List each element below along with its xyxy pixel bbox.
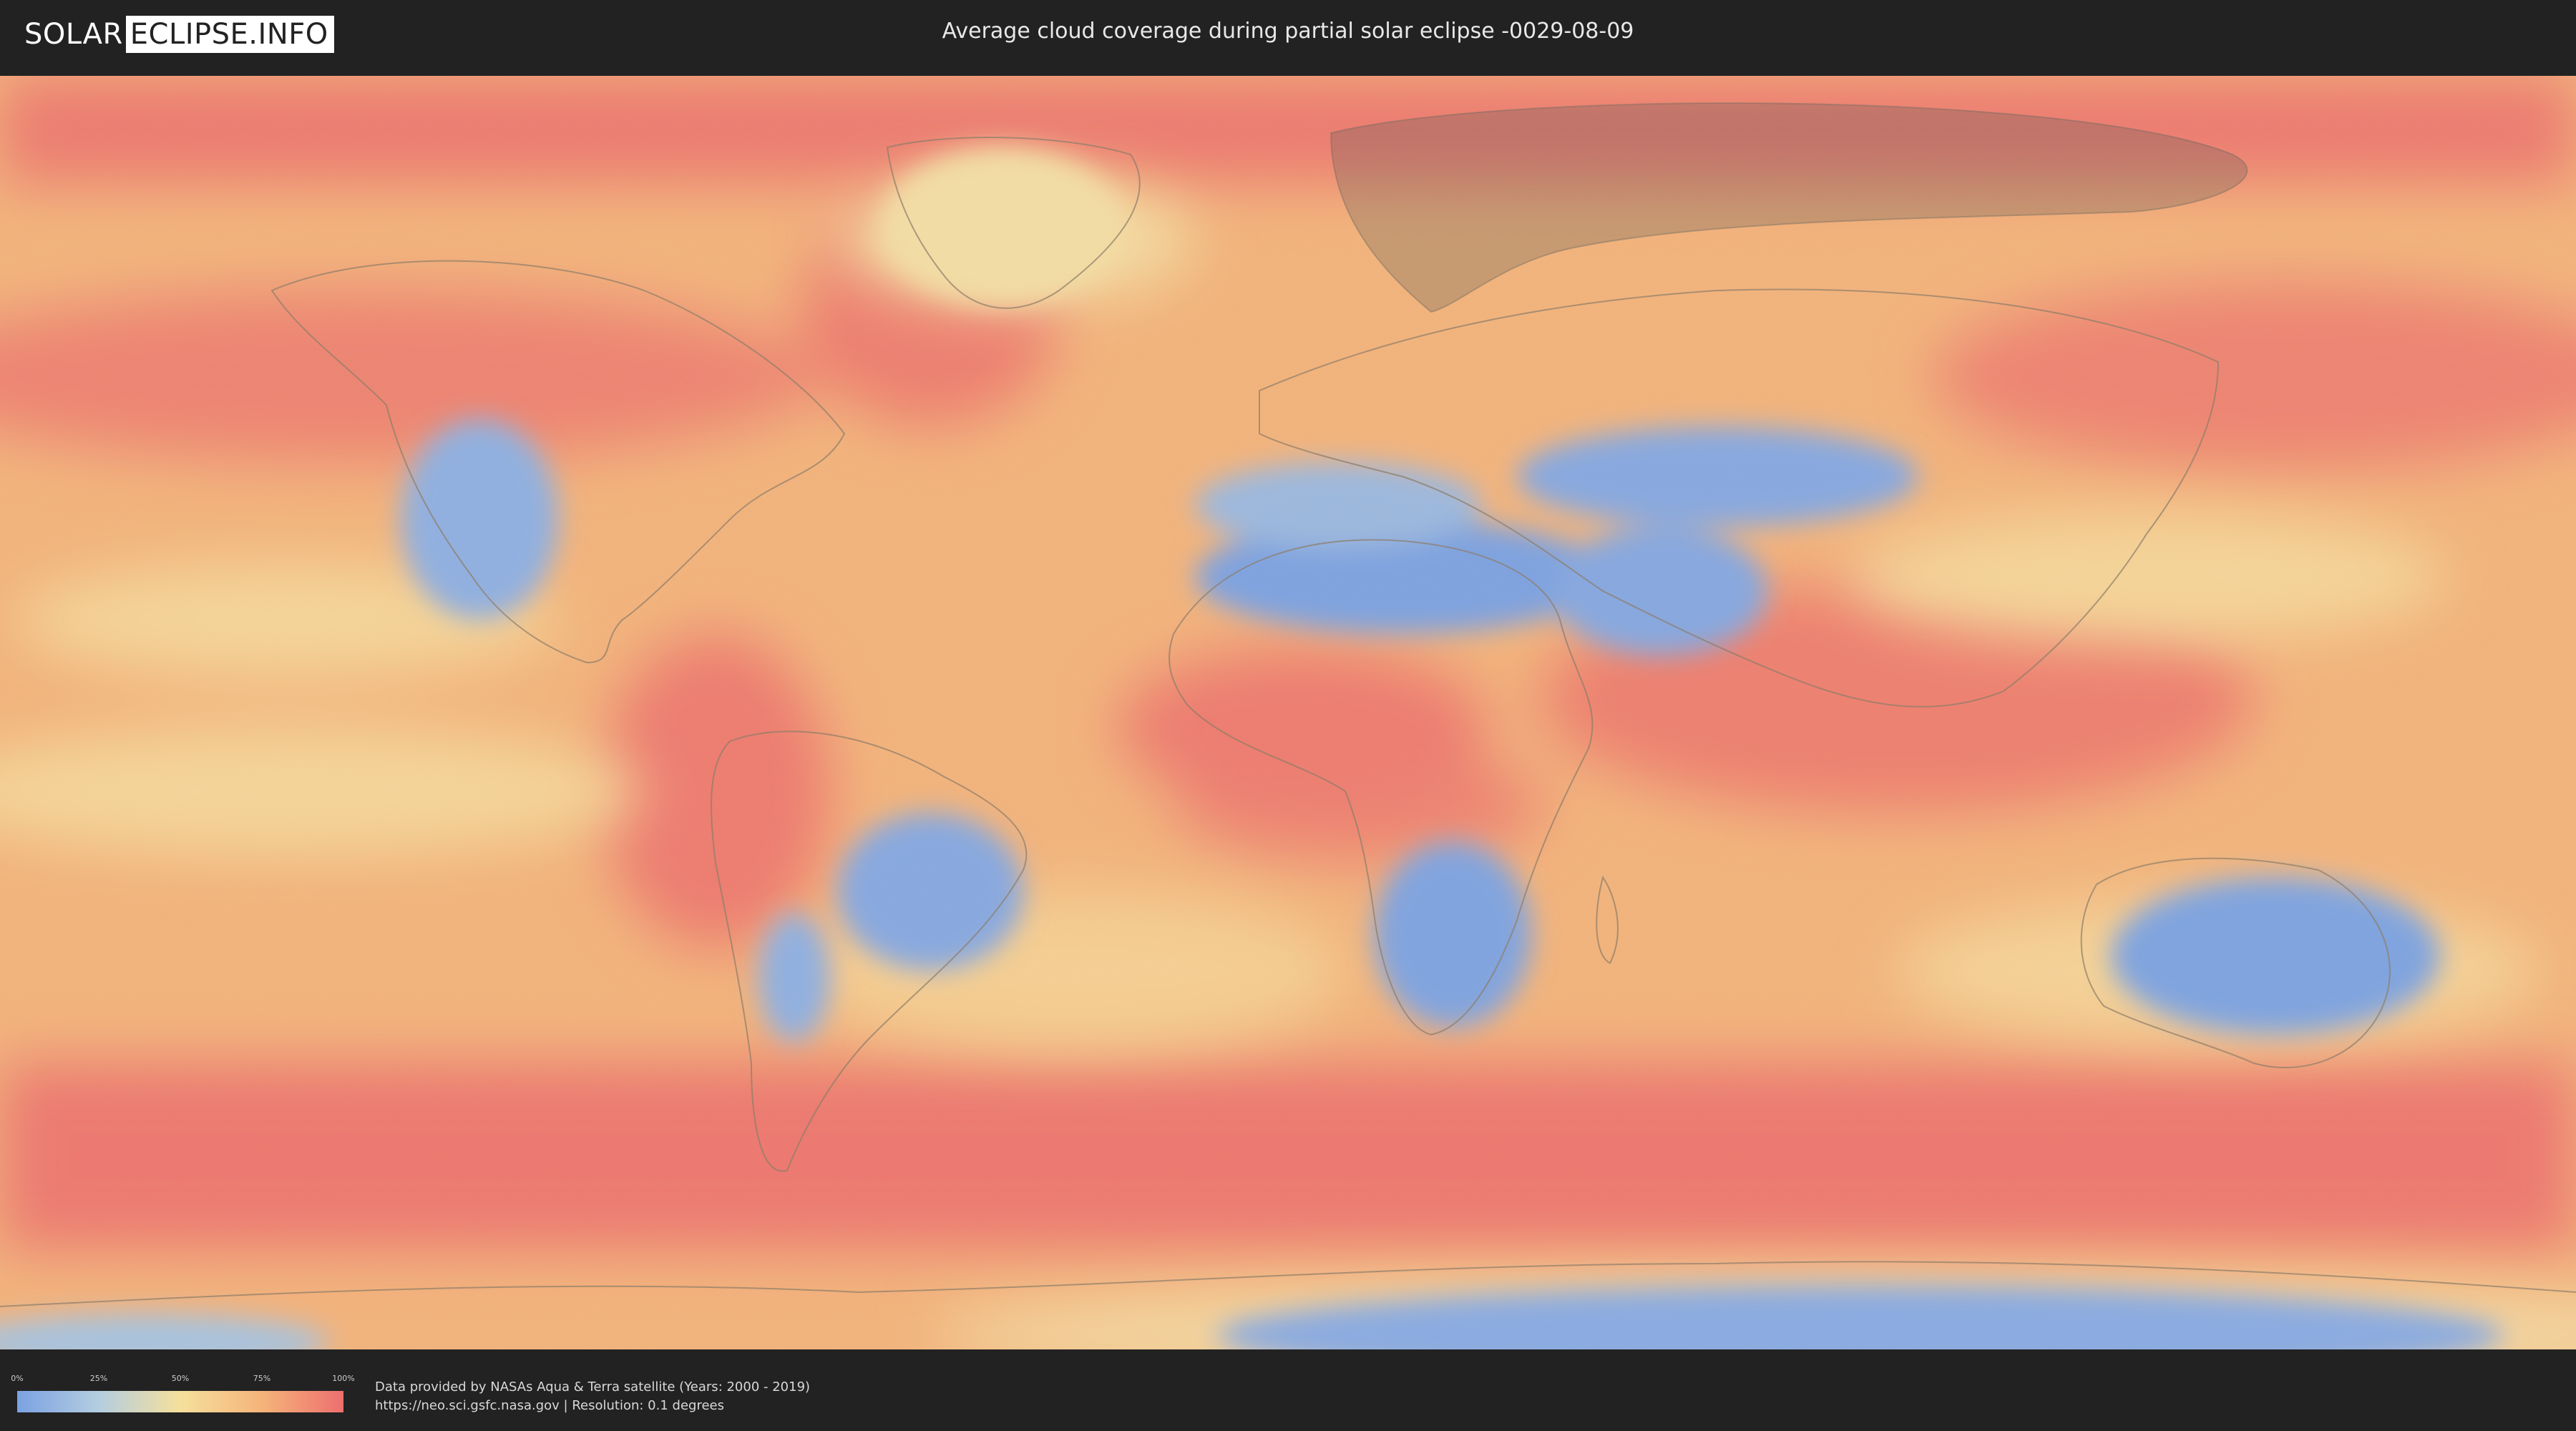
legend-color-bar bbox=[17, 1391, 343, 1412]
legend-tick-50: 50% bbox=[171, 1374, 190, 1383]
legend-tick-100: 100% bbox=[332, 1374, 355, 1383]
credits-line-2[interactable]: https://neo.sci.gsfc.nasa.gov | Resoluti… bbox=[375, 1397, 810, 1415]
page-title: Average cloud coverage during partial so… bbox=[942, 19, 1634, 44]
world-map-svg bbox=[0, 76, 2576, 1349]
data-credits: Data provided by NASAs Aqua & Terra sate… bbox=[375, 1378, 810, 1415]
legend-tick-0: 0% bbox=[11, 1374, 24, 1383]
legend-tick-labels: 0% 25% 50% 75% 100% bbox=[11, 1374, 354, 1384]
cloud-texture bbox=[0, 76, 2576, 1349]
cloud-coverage-map bbox=[0, 76, 2576, 1349]
legend-tick-25: 25% bbox=[89, 1374, 108, 1383]
header-bar: SOLAR ECLIPSE.INFO Average cloud coverag… bbox=[0, 0, 2576, 70]
legend-tick-75: 75% bbox=[253, 1374, 271, 1383]
credits-line-1: Data provided by NASAs Aqua & Terra sate… bbox=[375, 1379, 811, 1395]
